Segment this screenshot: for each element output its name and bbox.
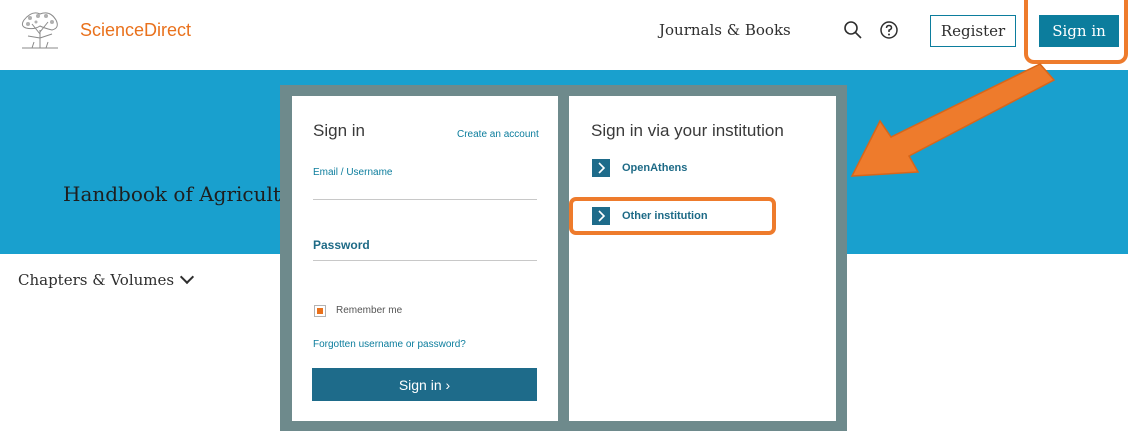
remember-me-checkbox[interactable]	[314, 305, 326, 317]
chapters-volumes-dropdown[interactable]: Chapters & Volumes	[18, 269, 195, 289]
register-button[interactable]: Register	[930, 15, 1016, 47]
help-icon[interactable]	[878, 19, 900, 41]
openathens-option[interactable]: OpenAthens	[592, 159, 687, 177]
remember-me-label: Remember me	[336, 305, 403, 316]
signin-panel-title: Sign in	[313, 121, 365, 140]
book-title: Handbook of Agricult	[63, 182, 281, 206]
chevron-right-icon	[592, 159, 610, 177]
search-icon[interactable]	[842, 19, 864, 41]
create-account-link[interactable]: Create an account	[457, 129, 539, 140]
modal-signin-button[interactable]: Sign in ›	[312, 368, 537, 401]
annotation-highlight-header-signin	[1024, 0, 1128, 64]
annotation-highlight-other-institution	[569, 197, 776, 235]
journals-books-link[interactable]: Journals & Books	[659, 21, 791, 39]
email-field[interactable]	[313, 199, 537, 200]
elsevier-tree-logo[interactable]	[18, 8, 62, 52]
institution-panel-title: Sign in via your institution	[591, 121, 784, 140]
site-header: ScienceDirect Journals & Books Register …	[0, 0, 1128, 68]
email-label: Email / Username	[313, 167, 393, 178]
password-label: Password	[313, 238, 370, 252]
forgot-credentials-link[interactable]: Forgotten username or password?	[313, 339, 466, 350]
password-field[interactable]	[313, 260, 537, 261]
chevron-down-icon	[180, 269, 195, 285]
brand-name[interactable]: ScienceDirect	[80, 20, 191, 41]
chapters-volumes-label: Chapters & Volumes	[18, 271, 175, 289]
openathens-label: OpenAthens	[622, 162, 688, 174]
institution-panel	[569, 96, 836, 421]
